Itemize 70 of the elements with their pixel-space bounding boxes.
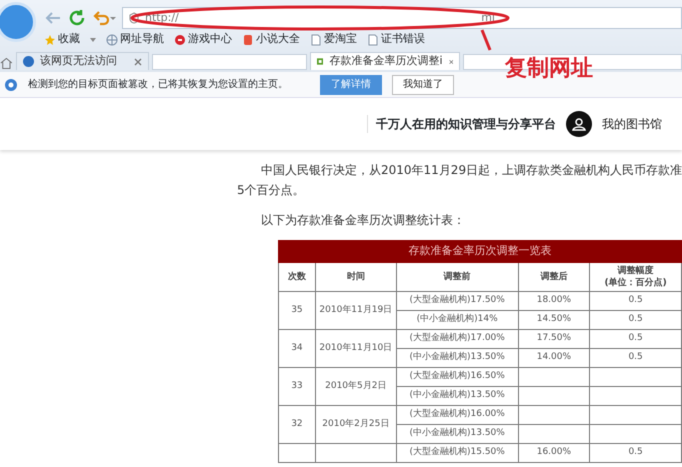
table-cell: 17.50%: [518, 330, 590, 348]
table-cell: 0.5: [590, 310, 682, 330]
browser-tab[interactable]: 该网页无法访问: [16, 52, 150, 70]
dismiss-button[interactable]: 我知道了: [392, 74, 454, 94]
close-icon[interactable]: [448, 58, 454, 66]
table-title: 存款准备金率历次调整一览表: [278, 240, 682, 262]
table-cell: 34: [278, 330, 316, 368]
user-avatar-icon[interactable]: [566, 111, 592, 137]
page-favicon-icon: [317, 56, 324, 67]
table-cell: 0.5: [590, 444, 682, 462]
browser-favicon-icon: [22, 56, 34, 67]
column-header: 时间: [315, 262, 396, 292]
table-cell: (中小金融机构)14%: [396, 310, 518, 330]
refresh-icon[interactable]: [68, 9, 86, 27]
close-icon[interactable]: [134, 58, 142, 66]
bookmark-link[interactable]: 证书错误: [367, 31, 425, 48]
table-cell: 2010年2月25日: [315, 406, 396, 444]
column-header: 调整幅度 (单位：百分点): [590, 262, 682, 292]
tab-title: 该网页无法访问: [40, 53, 117, 70]
shield-icon: [129, 12, 139, 24]
page-icon: [310, 34, 322, 46]
table-cell: 18.00%: [518, 292, 590, 310]
annotation-label: 复制网址: [505, 55, 593, 83]
tab-title: 存款准备金率历次调整i: [329, 53, 443, 70]
table-cell: (中小金融机构)13.50%: [396, 424, 518, 444]
browser-tab[interactable]: 存款准备金率历次调整i: [310, 52, 460, 70]
table-cell: 0.5: [590, 292, 682, 310]
library-link[interactable]: 我的图书馆: [602, 115, 662, 133]
game-icon: [174, 34, 186, 46]
table-cell: 2010年11月10日: [315, 330, 396, 368]
bookmark-link[interactable]: 收藏: [44, 31, 80, 48]
table-cell: 14.00%: [518, 348, 590, 368]
undo-icon[interactable]: [92, 10, 116, 26]
globe-icon: [106, 34, 118, 46]
site-slogan: 千万人在用的知识管理与分享平台: [367, 115, 556, 133]
caret-icon: [90, 38, 96, 42]
page-icon: [367, 34, 379, 46]
table-cell: 0.5: [590, 330, 682, 348]
back-arrow-icon[interactable]: [44, 11, 62, 25]
table-cell: 35: [278, 292, 316, 330]
table-cell: (大型金融机构)15.50%: [396, 444, 518, 462]
table-cell: 2010年5月2日: [315, 368, 396, 406]
table-cell: 0.5: [590, 348, 682, 368]
table-cell: 33: [278, 368, 316, 406]
bookmark-link[interactable]: 网址导航: [106, 31, 164, 48]
book-icon: [242, 34, 254, 46]
table-cell: (大型金融机构)16.00%: [396, 406, 518, 424]
gear-icon: [4, 78, 18, 92]
article-paragraph: 以下为存款准备金率历次调整统计表：: [260, 212, 466, 229]
bookmark-link[interactable]: 爱淘宝: [310, 31, 357, 48]
column-header: 次数: [278, 262, 316, 292]
article-paragraph: 中国人民银行决定，从2010年11月29日起，上调存款类金融机构人民币存款准 5个百分点。: [237, 162, 682, 199]
browser-logo-icon[interactable]: [0, 2, 36, 42]
url-text: http://: [145, 10, 179, 26]
table-cell: (中小金融机构)13.50%: [396, 348, 518, 368]
info-message: 检测到您的目标页面被篡改，已将其恢复为您设置的主页。: [28, 78, 288, 92]
bookmark-link[interactable]: 小说大全: [242, 31, 300, 48]
star-icon: [44, 34, 56, 46]
table-cell: 14.50%: [518, 310, 590, 330]
table-cell: (中小金融机构)13.50%: [396, 386, 518, 406]
bookmark-link[interactable]: 游戏中心: [174, 31, 232, 48]
table-cell: 2010年11月19日: [315, 292, 396, 330]
table-cell: 16.00%: [518, 444, 590, 462]
table-cell: 32: [278, 406, 316, 444]
table-cell: (大型金融机构)17.00%: [396, 330, 518, 348]
home-icon[interactable]: [0, 56, 13, 70]
table-cell: (大型金融机构)16.50%: [396, 368, 518, 386]
column-header: 调整后: [518, 262, 590, 292]
column-header: 调整前: [396, 262, 518, 292]
table-cell: (大型金融机构)17.50%: [396, 292, 518, 310]
